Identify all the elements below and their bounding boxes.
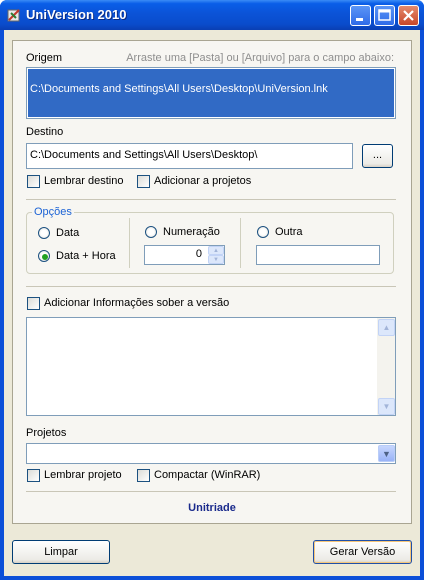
outra-label: Outra	[275, 226, 303, 238]
data-hora-label: Data + Hora	[56, 250, 116, 262]
info-textarea[interactable]	[26, 317, 396, 416]
scroll-up-button[interactable]: ▲	[378, 319, 395, 336]
spin-down-button[interactable]: ▼	[208, 255, 224, 264]
lembrar-projeto-checkbox[interactable]	[27, 469, 40, 482]
destino-input[interactable]: C:\Documents and Settings\All Users\Desk…	[26, 143, 353, 169]
lembrar-projeto-label: Lembrar projeto	[44, 469, 122, 481]
outra-input[interactable]	[256, 245, 380, 265]
compactar-label: Compactar (WinRAR)	[154, 469, 261, 481]
minimize-button[interactable]	[350, 5, 371, 26]
opcoes-title: Opções	[32, 206, 74, 218]
chevron-down-icon[interactable]: ▼	[378, 445, 395, 462]
adicionar-projetos-checkbox[interactable]	[137, 175, 150, 188]
brand-label: Unitriade	[188, 502, 236, 514]
data-label: Data	[56, 227, 80, 239]
scroll-down-button[interactable]: ▼	[378, 398, 395, 415]
app-icon	[7, 9, 20, 22]
adicionar-projetos-label: Adicionar a projetos	[154, 175, 252, 187]
lembrar-destino-checkbox[interactable]	[27, 175, 40, 188]
limpar-button[interactable]: Limpar	[12, 540, 110, 564]
outra-radio[interactable]	[257, 226, 269, 238]
compactar-checkbox[interactable]	[137, 469, 150, 482]
lembrar-destino-label: Lembrar destino	[44, 175, 124, 187]
destino-label: Destino	[26, 126, 64, 138]
maximize-icon	[378, 9, 391, 21]
projetos-select[interactable]	[26, 443, 396, 464]
origem-hint: Arraste uma [Pasta] ou [Arquivo] para o …	[126, 52, 394, 64]
gerar-versao-button[interactable]: Gerar Versão	[313, 540, 412, 564]
window-title: UniVersion 2010	[26, 7, 127, 22]
group-separator	[129, 218, 130, 268]
divider	[26, 491, 396, 492]
numeracao-label: Numeração	[163, 226, 220, 238]
data-hora-radio[interactable]	[38, 250, 50, 262]
numeracao-radio[interactable]	[145, 226, 157, 238]
spin-up-button[interactable]: ▲	[208, 246, 224, 255]
adicionar-info-checkbox[interactable]	[27, 297, 40, 310]
radio-selected-dot	[42, 254, 48, 260]
group-separator	[240, 218, 241, 268]
origem-label: Origem	[26, 52, 63, 64]
close-icon	[403, 10, 414, 21]
minimize-icon	[356, 18, 363, 21]
data-radio[interactable]	[38, 227, 50, 239]
divider	[26, 199, 396, 200]
maximize-button[interactable]	[374, 5, 395, 26]
divider	[26, 286, 396, 287]
projetos-label: Projetos	[26, 427, 67, 439]
close-button[interactable]	[398, 5, 419, 26]
browse-button[interactable]: ...	[362, 144, 393, 168]
origem-path[interactable]: C:\Documents and Settings\All Users\Desk…	[28, 69, 394, 117]
adicionar-info-label: Adicionar Informações sober a versão	[44, 297, 230, 309]
